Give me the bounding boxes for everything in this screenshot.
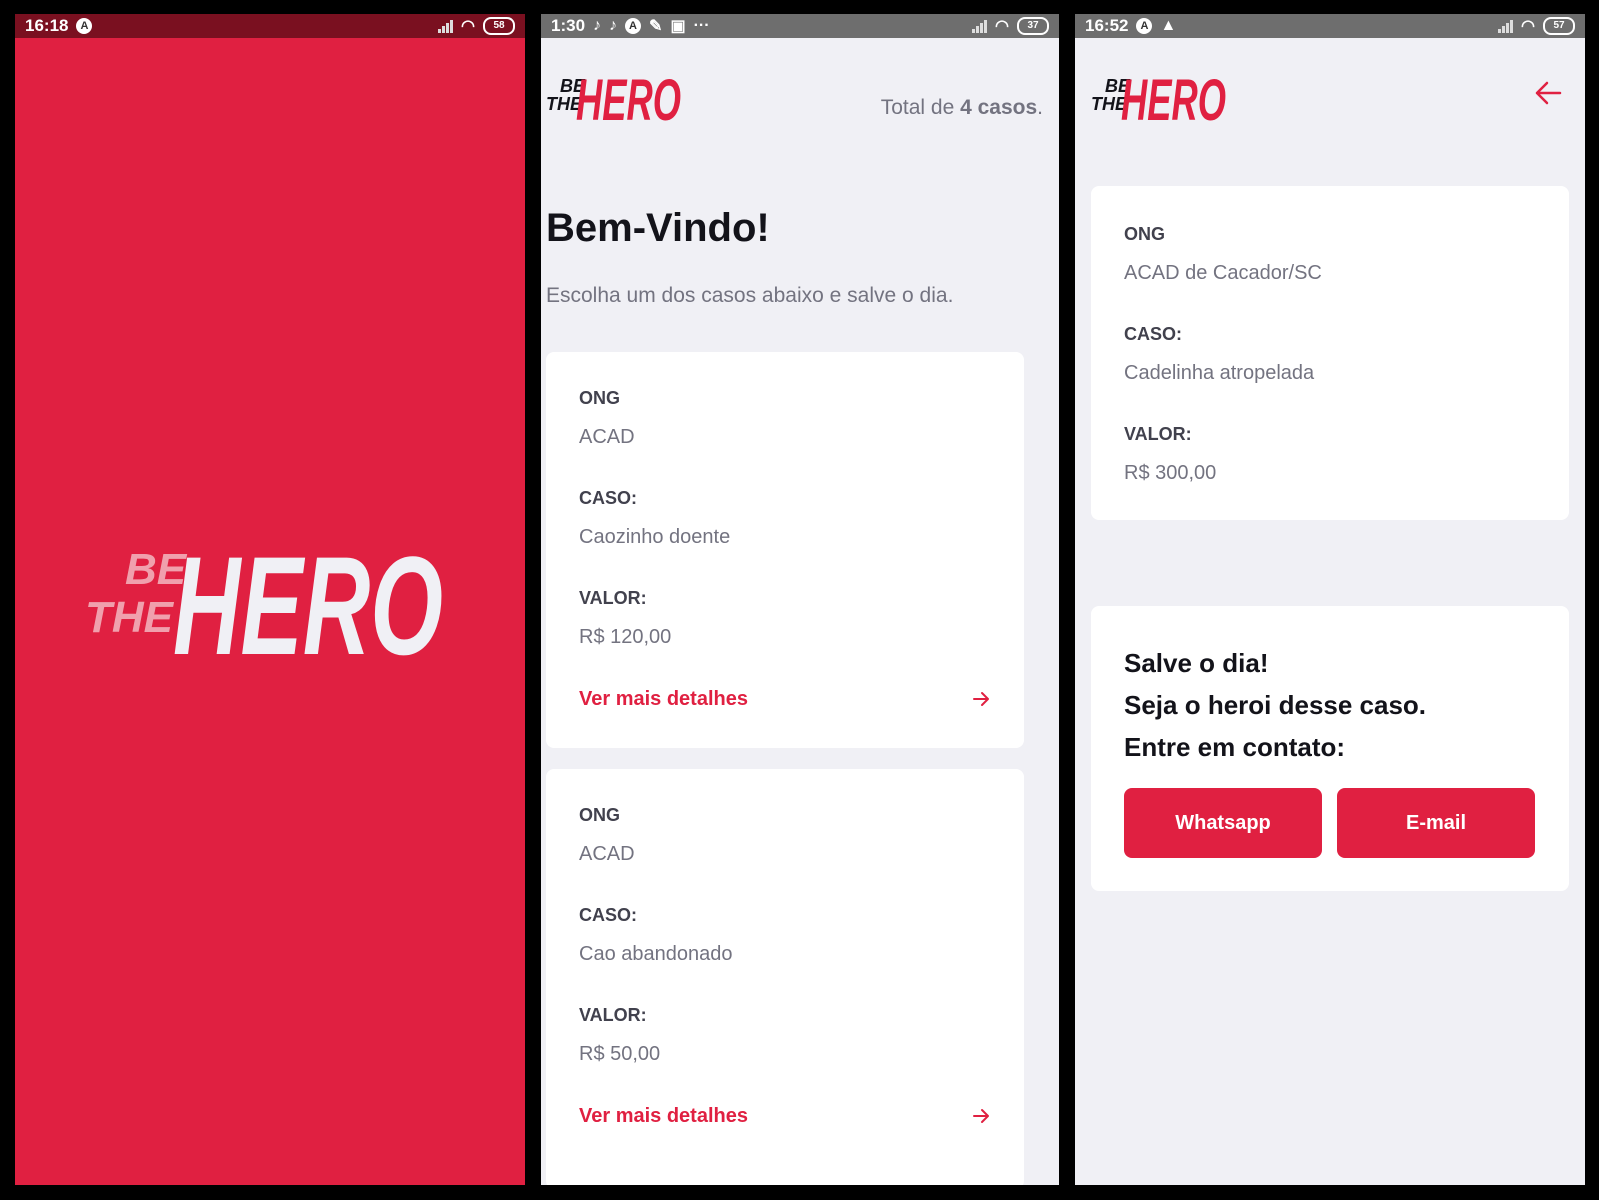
cases-list-screen: 1:30 ♪ ♪ A ✎ ▣ ··· ◠ 37 BE THE HERO Tota… bbox=[541, 14, 1059, 1185]
case-detail-screen: 16:52 A ▲ ◠ 57 BE THE HERO ONG ACAD de C… bbox=[1075, 14, 1585, 1185]
case-value: Caozinho doente bbox=[579, 526, 731, 548]
splash-logo: BE THE HERO bbox=[85, 527, 443, 684]
case-card: ONG ACAD CASO: Caozinho doente VALOR: R$… bbox=[546, 352, 1024, 748]
arrow-left-icon[interactable] bbox=[1533, 78, 1563, 108]
value-amount: R$ 120,00 bbox=[579, 626, 672, 648]
battery-icon: 57 bbox=[1543, 17, 1575, 35]
ong-label: ONG bbox=[579, 805, 621, 825]
ong-value: ACAD de Cacador/SC bbox=[1124, 262, 1322, 284]
total-prefix: Total de bbox=[880, 96, 961, 119]
case-value: Cao abandonado bbox=[579, 943, 733, 965]
contact-card: Salve o dia! Seja o heroi desse caso. En… bbox=[1091, 606, 1569, 891]
signal-icon bbox=[1498, 19, 1514, 33]
cta-subtitle: Seja o heroi desse caso. bbox=[1124, 690, 1427, 720]
battery-icon: 37 bbox=[1017, 17, 1049, 35]
logo-hero-text: HERO bbox=[173, 527, 443, 684]
case-label: CASO: bbox=[1124, 324, 1182, 344]
app-notification-icon: A bbox=[76, 18, 93, 34]
value-amount: R$ 300,00 bbox=[1124, 462, 1217, 484]
pin-icon: ✎ bbox=[649, 18, 663, 35]
wifi-icon: ◠ bbox=[995, 18, 1009, 35]
case-info-card: ONG ACAD de Cacador/SC CASO: Cadelinha a… bbox=[1091, 186, 1569, 520]
ong-label: ONG bbox=[1124, 224, 1166, 244]
signal-icon bbox=[438, 19, 454, 33]
more-icon: ··· bbox=[693, 17, 710, 34]
arrow-right-icon[interactable] bbox=[971, 1106, 991, 1126]
logo-hero-text: HERO bbox=[576, 68, 681, 124]
header-logo: BE THE HERO bbox=[546, 68, 681, 124]
app-notification-icon: A bbox=[1136, 18, 1153, 34]
total-suffix: . bbox=[1037, 96, 1043, 119]
status-time: 16:52 bbox=[1085, 16, 1129, 35]
case-label: CASO: bbox=[579, 488, 637, 508]
logo-hero-text: HERO bbox=[1121, 68, 1226, 124]
value-label: VALOR: bbox=[579, 588, 647, 608]
splash-screen: 16:18 A ◠ 58 BE THE HERO bbox=[15, 14, 525, 1185]
cta-title: Salve o dia! bbox=[1124, 648, 1269, 678]
details-link[interactable]: Ver mais detalhes bbox=[579, 1105, 748, 1128]
wifi-icon: ◠ bbox=[461, 18, 475, 35]
status-time: 16:18 bbox=[25, 16, 69, 35]
case-value: Cadelinha atropelada bbox=[1124, 362, 1315, 384]
ong-label: ONG bbox=[579, 388, 621, 408]
status-bar: 16:52 A ▲ ◠ 57 bbox=[1075, 14, 1585, 38]
battery-icon: 58 bbox=[483, 17, 515, 35]
whatsapp-button[interactable]: Whatsapp bbox=[1124, 788, 1322, 858]
tiktok-icon: ♪ bbox=[609, 17, 618, 34]
total-count: 4 casos bbox=[960, 96, 1038, 119]
cta-contact: Entre em contato: bbox=[1124, 732, 1346, 762]
page-description: Escolha um dos casos abaixo e salve o di… bbox=[546, 284, 954, 307]
ong-value: ACAD bbox=[579, 426, 635, 448]
case-card: ONG ACAD CASO: Cao abandonado VALOR: R$ … bbox=[546, 769, 1024, 1185]
email-button[interactable]: E-mail bbox=[1337, 788, 1535, 858]
header-logo: BE THE HERO bbox=[1091, 68, 1226, 124]
app-notification-icon: A bbox=[625, 18, 642, 34]
status-bar: 1:30 ♪ ♪ A ✎ ▣ ··· ◠ 37 bbox=[541, 14, 1059, 38]
bag-icon: ▣ bbox=[670, 18, 686, 35]
status-bar: 16:18 A ◠ 58 bbox=[15, 14, 525, 38]
details-link[interactable]: Ver mais detalhes bbox=[579, 688, 748, 711]
total-cases: Total de 4 casos. bbox=[881, 96, 1043, 120]
signal-icon bbox=[972, 19, 988, 33]
value-label: VALOR: bbox=[1124, 424, 1192, 444]
arrow-right-icon[interactable] bbox=[971, 689, 991, 709]
value-label: VALOR: bbox=[579, 1005, 647, 1025]
logo-the-text: THE bbox=[85, 593, 175, 642]
image-icon: ▲ bbox=[1160, 17, 1177, 34]
ong-value: ACAD bbox=[579, 843, 635, 865]
tiktok-icon: ♪ bbox=[593, 17, 602, 34]
status-time: 1:30 bbox=[551, 16, 586, 35]
page-title: Bem-Vindo! bbox=[546, 206, 770, 250]
wifi-icon: ◠ bbox=[1521, 18, 1535, 35]
case-label: CASO: bbox=[579, 905, 637, 925]
value-amount: R$ 50,00 bbox=[579, 1043, 661, 1065]
